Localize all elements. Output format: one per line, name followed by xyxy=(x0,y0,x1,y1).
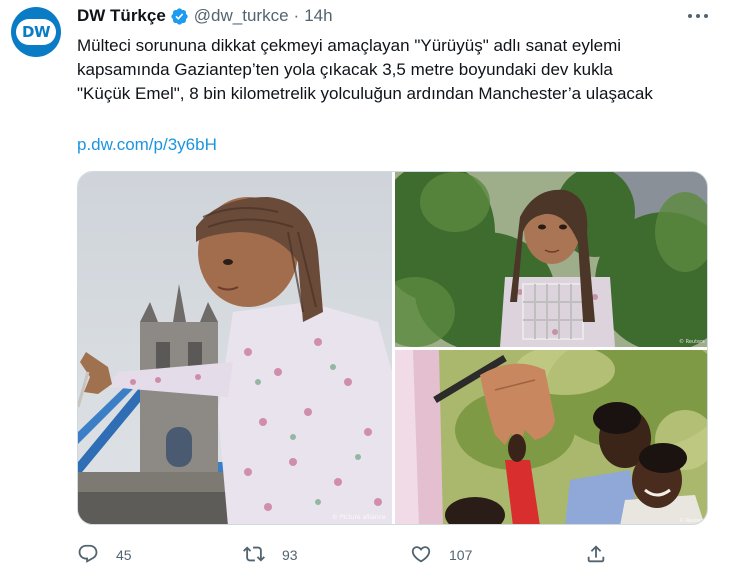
dw-logo: DW xyxy=(16,19,56,45)
author-handle[interactable]: @dw_turkce xyxy=(194,6,289,26)
tweet-header: DW Türkçe @dw_turkce · 14h xyxy=(77,5,333,27)
more-icon[interactable] xyxy=(686,8,710,24)
photo-children-puppet-hand[interactable]: © Reuters xyxy=(395,350,707,524)
verified-badge-icon xyxy=(170,7,189,26)
media-grid: © Picture alliance © Reuters © Reuters xyxy=(77,171,708,525)
reply-button[interactable]: 45 xyxy=(77,541,132,569)
retweet-button[interactable]: 93 xyxy=(243,541,298,569)
tweet-text-line: "Küçük Emel", 8 bin kilometrelik yolculu… xyxy=(77,84,653,103)
timestamp[interactable]: 14h xyxy=(304,6,332,26)
svg-text:© Reuters: © Reuters xyxy=(679,338,705,345)
svg-text:© Picture alliance: © Picture alliance xyxy=(332,514,386,521)
retweet-icon xyxy=(243,543,265,568)
reply-count: 45 xyxy=(116,547,132,563)
share-button[interactable] xyxy=(585,541,607,569)
photo-puppet-tower-bridge[interactable]: © Picture alliance xyxy=(78,172,392,524)
reply-icon xyxy=(77,543,99,568)
tweet[interactable]: DW DW Türkçe @dw_turkce · 14h Mülteci so… xyxy=(0,0,729,581)
author-name[interactable]: DW Türkçe xyxy=(77,6,166,26)
like-button[interactable]: 107 xyxy=(410,541,472,569)
avatar[interactable]: DW xyxy=(11,7,61,57)
photo-puppet-trees[interactable]: © Reuters xyxy=(395,172,707,347)
tweet-link[interactable]: p.dw.com/p/3y6bH xyxy=(77,133,217,157)
avatar-text: DW xyxy=(22,23,51,41)
tweet-text-line: Mülteci sorununa dikkat çekmeyi amaçlaya… xyxy=(77,36,622,55)
tweet-actions: 45 93 107 xyxy=(77,541,617,569)
share-icon xyxy=(585,543,607,568)
like-count: 107 xyxy=(449,547,473,563)
heart-icon xyxy=(410,543,432,568)
svg-text:© Reuters: © Reuters xyxy=(679,517,705,524)
tweet-text-line: kapsamında Gaziantep’ten yola çıkacak 3,… xyxy=(77,60,613,79)
retweet-count: 93 xyxy=(282,547,298,563)
tweet-text: Mülteci sorununa dikkat çekmeyi amaçlaya… xyxy=(77,34,717,106)
separator-dot: · xyxy=(293,6,300,25)
